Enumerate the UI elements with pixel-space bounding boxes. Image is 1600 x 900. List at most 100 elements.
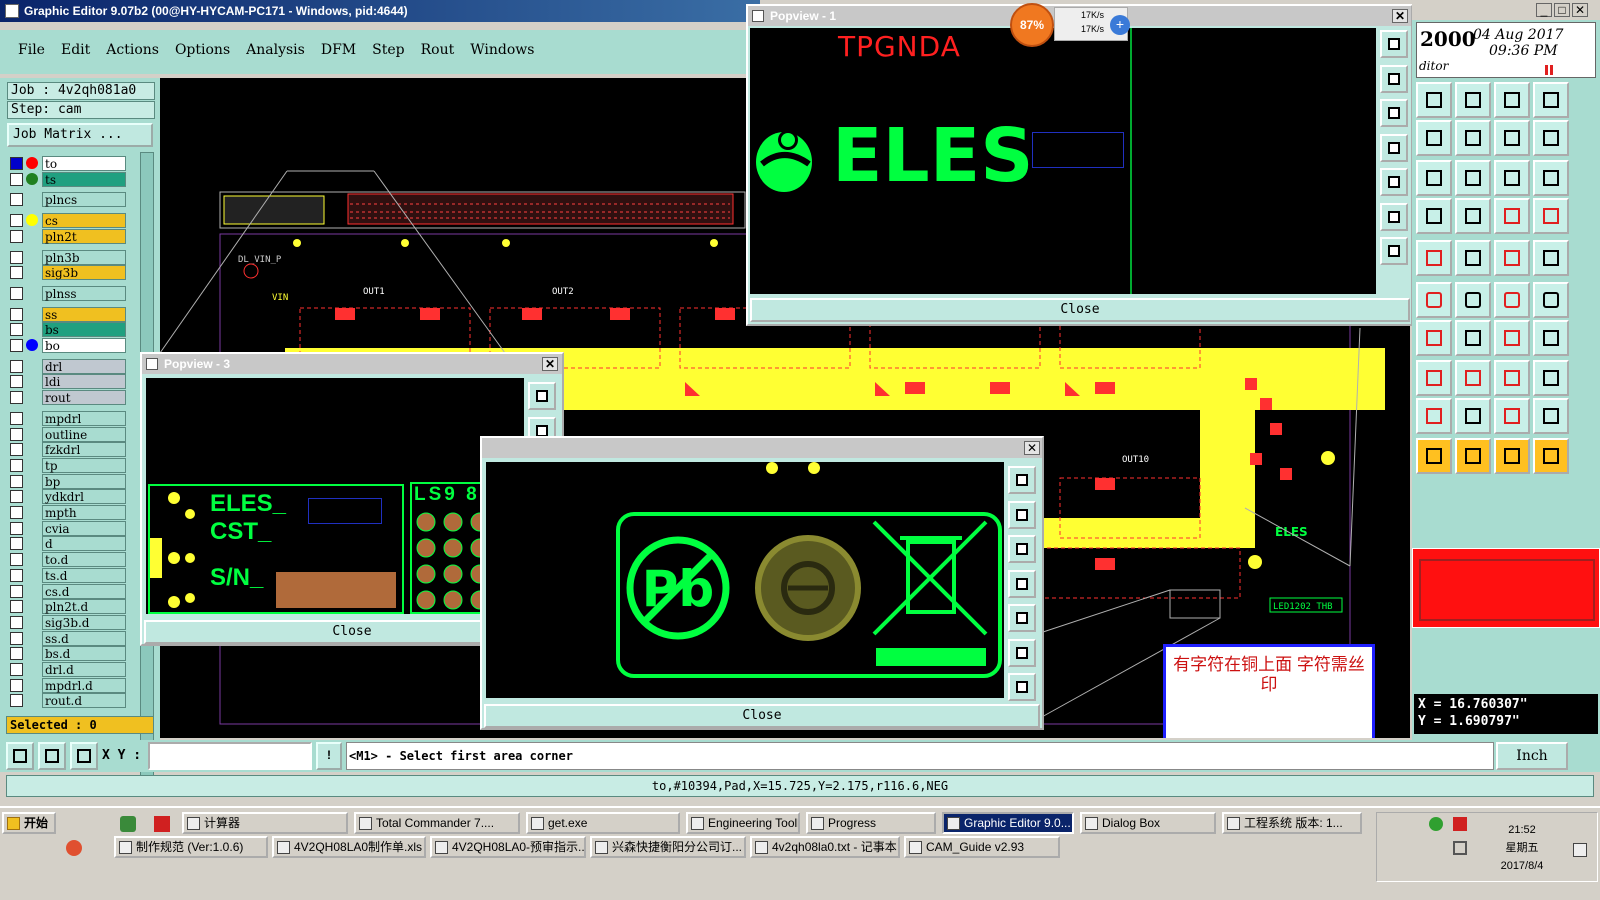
layer-name[interactable]: cs.d <box>42 583 126 599</box>
shift-right-tool-button[interactable] <box>1455 120 1491 156</box>
menu-step[interactable]: Step <box>364 42 412 58</box>
layer-name[interactable]: bo <box>42 338 126 353</box>
plus-icon[interactable]: + <box>1110 15 1130 35</box>
layer-name[interactable]: mpth <box>42 505 126 520</box>
layer-row[interactable]: mpdrl.d <box>10 677 126 693</box>
layer-checkbox[interactable] <box>10 193 23 207</box>
cursor-tool-button[interactable] <box>1416 438 1452 474</box>
layer-name[interactable]: mpdrl.d <box>42 677 126 693</box>
taskbar-app-button[interactable]: get.exe <box>526 812 680 834</box>
popview-3-view-button[interactable] <box>528 382 556 410</box>
xy-input[interactable] <box>148 742 312 770</box>
menu-dfm[interactable]: DFM <box>313 42 364 58</box>
menu-options[interactable]: Options <box>167 42 238 58</box>
layer-checkbox[interactable] <box>10 537 23 551</box>
cpu-percent[interactable]: 87% <box>1010 3 1054 47</box>
layer-name[interactable]: sig3b <box>42 265 126 281</box>
popview-dialog-canvas[interactable]: Pb <box>486 462 1004 698</box>
pause-icon[interactable] <box>1545 65 1553 75</box>
layer-row[interactable]: to <box>10 156 126 171</box>
job-matrix-button[interactable]: Job Matrix ... <box>7 123 153 147</box>
taskbar-app-button[interactable]: 4V2QH08LA0-预审指示... <box>430 836 586 858</box>
layer-row[interactable]: bo <box>10 338 126 353</box>
layer-name[interactable]: sig3b.d <box>42 614 126 630</box>
mirror-tool-button[interactable] <box>1533 120 1569 156</box>
taskbar-app-button[interactable]: 4V2QH08LA0制作单.xls ... <box>272 836 426 858</box>
taskbar-app-button[interactable]: 兴森快捷衡阳分公司订... <box>590 836 746 858</box>
zoom-home-tool-button[interactable] <box>1533 82 1569 118</box>
layer-checkbox[interactable] <box>10 286 23 300</box>
layer-name[interactable]: plncs <box>42 192 126 208</box>
polygon-tool-button[interactable] <box>1416 398 1452 434</box>
layer-checkbox[interactable] <box>10 375 23 389</box>
layer-checkbox[interactable] <box>10 663 23 676</box>
popview-1-close-button[interactable]: Close <box>750 298 1410 322</box>
menu-actions[interactable]: Actions <box>98 42 167 58</box>
arrow-up-tool-button[interactable] <box>1455 398 1491 434</box>
taskbar-app-button[interactable]: 工程系统 版本: 1... <box>1222 812 1362 834</box>
layer-row[interactable]: plncs <box>10 192 126 208</box>
show-desktop-icon[interactable] <box>1573 843 1587 857</box>
layer-checkbox[interactable] <box>10 359 23 373</box>
layer-name[interactable]: ts.d <box>42 567 126 583</box>
cross-tool-button[interactable] <box>1455 282 1491 318</box>
layer-name[interactable]: tp <box>42 457 126 473</box>
layer-checkbox[interactable] <box>10 250 23 264</box>
popview-1-close-icon[interactable]: ✕ <box>1392 9 1408 23</box>
taskbar-app-button[interactable]: 4v2qh08la0.txt - 记事本 <box>750 836 900 858</box>
layer-checkbox[interactable] <box>10 490 23 504</box>
layer-row[interactable]: bs.d <box>10 646 126 662</box>
popview-1-view-button[interactable] <box>1380 99 1408 127</box>
layer-row[interactable]: ts.d <box>10 567 126 583</box>
layer-name[interactable]: cvia <box>42 520 126 536</box>
layer-row[interactable]: ldi <box>10 374 126 390</box>
layer-name[interactable]: ldi <box>42 374 126 390</box>
tray-clock[interactable]: 21:52 星期五 2017/8/4 <box>1487 821 1557 875</box>
area-tool-button[interactable] <box>1455 240 1491 276</box>
route-tool-button[interactable] <box>1416 198 1452 234</box>
popview-dialog-view-button[interactable] <box>1008 535 1036 563</box>
layer-row[interactable]: pln2t.d <box>10 599 126 615</box>
menu-edit[interactable]: Edit <box>53 42 98 58</box>
layer-checkbox[interactable] <box>10 307 23 321</box>
layer-checkbox[interactable] <box>10 458 23 472</box>
layer-row[interactable]: drl.d <box>10 662 126 677</box>
popview-dialog-close-icon[interactable]: ✕ <box>1024 441 1040 455</box>
layer-checkbox[interactable] <box>10 584 23 598</box>
menu-file[interactable]: File <box>10 42 53 58</box>
layer-row[interactable]: ydkdrl <box>10 489 126 505</box>
layer-row[interactable]: plnss <box>10 285 126 301</box>
flip-tool-button[interactable] <box>1494 120 1530 156</box>
arc-tool-button[interactable] <box>1494 398 1530 434</box>
save-tool-button[interactable] <box>1455 82 1491 118</box>
taskbar-app-button[interactable]: Engineering Toolkit 9.... <box>686 812 800 834</box>
tray-antivirus-icon[interactable] <box>1453 817 1467 831</box>
layer-checkbox[interactable] <box>10 266 23 280</box>
popview-dialog-view-button[interactable] <box>1008 673 1036 701</box>
layer-name[interactable]: pln3b <box>42 249 126 265</box>
layer-name[interactable]: outline <box>42 426 126 442</box>
layer-row[interactable]: d <box>10 536 126 552</box>
main-title-bar[interactable]: Graphic Editor 9.07b2 (00@HY-HYCAM-PC171… <box>0 0 760 22</box>
layer-checkbox[interactable] <box>10 157 23 170</box>
layer-row[interactable]: drl <box>10 358 126 374</box>
align-tool-button[interactable] <box>1533 320 1569 356</box>
layer-checkbox[interactable] <box>10 339 23 352</box>
layer-checkbox[interactable] <box>10 443 23 457</box>
layer-checkbox[interactable] <box>10 323 23 337</box>
unit-selector[interactable]: Inch <box>1496 742 1568 770</box>
taskbar-app-button[interactable]: 制作规范 (Ver:1.0.6) <box>114 836 268 858</box>
layer-name[interactable]: bs <box>42 322 126 338</box>
stretch-tool-button[interactable] <box>1494 360 1530 396</box>
layer-row[interactable]: bs <box>10 322 126 338</box>
layer-row[interactable]: sig3b <box>10 265 126 281</box>
line-tool-button[interactable] <box>1455 320 1491 356</box>
layer-row[interactable]: pln2t <box>10 228 126 244</box>
probe-tool-button[interactable] <box>1416 360 1452 396</box>
fill-circle-tool-button[interactable] <box>1533 240 1569 276</box>
layer-checkbox[interactable] <box>10 694 23 708</box>
move-arrow-tool-button[interactable] <box>1533 438 1569 474</box>
layer-checkbox[interactable] <box>10 600 23 614</box>
layer-row[interactable]: ss <box>10 306 126 322</box>
taskbar-app-button[interactable]: 计算器 <box>182 812 348 834</box>
